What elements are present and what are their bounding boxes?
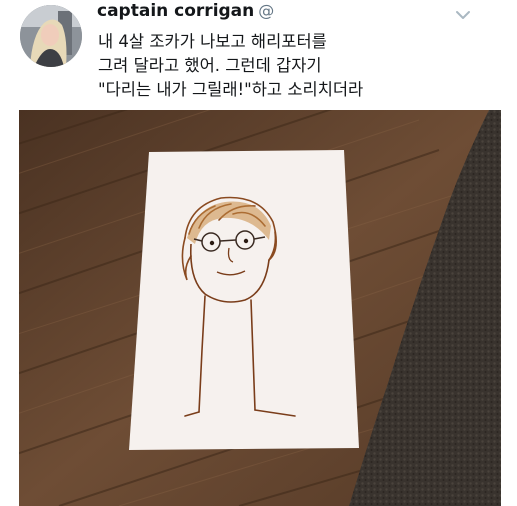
tweet-text-line: "다리는 내가 그릴래!"하고 소리치더라 [98,80,364,99]
display-name-text: captain corrigan [97,1,255,21]
author-name[interactable]: captain corrigan @ [97,1,274,21]
tweet-text-line: 그려 달라고 했어. 그런데 갑자기 [98,56,322,75]
chevron-down-icon[interactable] [455,9,471,21]
tweet-text: 내 4살 조카가 나보고 해리포터를 그려 달라고 했어. 그런데 갑자기 "다… [98,30,498,102]
avatar[interactable] [20,5,82,67]
author-handle: @ [258,1,275,20]
tweet-text-line: 내 4살 조카가 나보고 해리포터를 [98,32,327,51]
tweet-photo[interactable] [19,110,501,506]
